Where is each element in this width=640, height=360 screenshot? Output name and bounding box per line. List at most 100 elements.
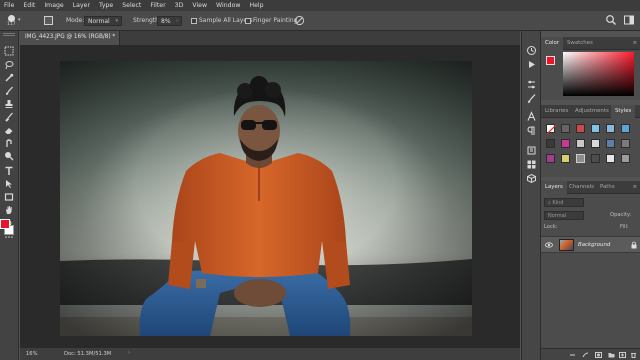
panel-menu-icon[interactable]: ≡ xyxy=(633,184,637,190)
menu-view[interactable]: View xyxy=(188,2,212,9)
rectangle-tool[interactable] xyxy=(3,191,15,202)
lock-icon[interactable] xyxy=(631,241,637,249)
style-swatch[interactable] xyxy=(576,154,585,163)
menu-bar: File Edit Image Layer Type Select Filter… xyxy=(0,0,640,11)
tab-color[interactable]: Color xyxy=(541,37,564,50)
character-icon[interactable] xyxy=(526,111,537,122)
zoom-level[interactable]: 16% xyxy=(26,351,38,357)
menu-3d[interactable]: 3D xyxy=(171,2,189,9)
glyphs-icon[interactable] xyxy=(526,159,537,170)
tab-layers[interactable]: Layers xyxy=(541,181,567,194)
tab-channels[interactable]: Channels xyxy=(565,181,598,194)
style-swatch[interactable] xyxy=(561,139,570,148)
type-tool[interactable] xyxy=(3,165,15,176)
menu-layer[interactable]: Layer xyxy=(69,2,95,9)
style-swatch[interactable] xyxy=(591,124,600,133)
smudge-tool[interactable] xyxy=(3,137,15,148)
menu-filter[interactable]: Filter xyxy=(146,2,170,9)
menu-type[interactable]: Type xyxy=(95,2,118,9)
layers-panel-tabs: Layers Channels Paths ≡ xyxy=(541,181,640,194)
style-swatch[interactable] xyxy=(606,124,615,133)
lasso-icon xyxy=(5,60,14,69)
eye-icon[interactable] xyxy=(545,241,553,249)
mask-icon[interactable] xyxy=(595,352,602,358)
pressure-brush-icon[interactable] xyxy=(294,15,305,26)
color-panel-tabs: Color Swatches ≡ xyxy=(541,37,640,50)
actions-icon[interactable] xyxy=(526,59,537,70)
chevron-right-icon[interactable]: › xyxy=(128,350,130,356)
menu-window[interactable]: Window xyxy=(212,2,245,9)
tab-libraries[interactable]: Libraries xyxy=(541,105,572,118)
menu-help[interactable]: Help xyxy=(245,2,268,9)
style-swatch[interactable] xyxy=(591,154,600,163)
style-swatch[interactable] xyxy=(621,139,630,148)
properties-icon[interactable] xyxy=(526,145,537,156)
cube-icon[interactable] xyxy=(526,173,537,184)
style-swatch[interactable] xyxy=(621,154,630,163)
trash-icon[interactable] xyxy=(630,352,637,358)
eraser-tool[interactable] xyxy=(3,124,15,135)
dodge-tool[interactable] xyxy=(3,150,15,161)
brush-settings-icon[interactable] xyxy=(526,93,537,104)
path-selection-tool[interactable] xyxy=(3,178,15,189)
lasso-tool[interactable] xyxy=(3,59,15,70)
sample-all-layers-checkbox[interactable] xyxy=(191,18,197,24)
mode-select[interactable]: Normal ▾ xyxy=(84,16,122,26)
style-swatch[interactable] xyxy=(546,124,557,135)
tab-styles[interactable]: Styles xyxy=(611,105,636,118)
rectangle-icon xyxy=(4,192,14,201)
eyedropper-tool[interactable] xyxy=(3,72,15,83)
layer-name[interactable]: Background xyxy=(578,242,610,248)
layer-row-background[interactable]: Background xyxy=(541,236,640,253)
tab-adjustments[interactable]: Adjustments xyxy=(571,105,613,118)
style-swatch[interactable] xyxy=(576,124,585,133)
layers-footer xyxy=(541,348,640,360)
new-layer-icon[interactable] xyxy=(619,352,626,358)
layer-kind-filter[interactable]: ⌕ Kind xyxy=(544,198,584,207)
paragraph-icon[interactable] xyxy=(526,125,537,136)
brush-preset-picker[interactable]: 117 ▾ xyxy=(4,15,28,28)
blend-mode-select[interactable]: Normal xyxy=(544,211,584,220)
menu-edit[interactable]: Edit xyxy=(19,2,40,9)
style-swatch[interactable] xyxy=(546,154,555,163)
folder-icon[interactable] xyxy=(608,352,615,358)
tab-paths[interactable]: Paths xyxy=(596,181,619,194)
finger-painting-checkbox[interactable] xyxy=(245,18,251,24)
style-swatch[interactable] xyxy=(591,139,600,148)
brush-tool[interactable] xyxy=(3,85,15,96)
eyedropper-icon xyxy=(5,73,14,82)
brush-panel-toggle[interactable] xyxy=(42,15,56,27)
menu-select[interactable]: Select xyxy=(118,2,146,9)
document-image[interactable] xyxy=(60,61,472,336)
workspace-icon[interactable] xyxy=(623,14,635,26)
history-icon[interactable] xyxy=(526,45,537,56)
search-icon[interactable] xyxy=(605,14,617,26)
style-swatch[interactable] xyxy=(546,139,555,148)
foreground-color-swatch[interactable] xyxy=(0,219,10,229)
brush-size: 117 xyxy=(7,22,16,27)
style-swatch[interactable] xyxy=(621,124,630,133)
brush-panel-icon xyxy=(44,16,53,25)
menu-file[interactable]: File xyxy=(0,2,19,9)
style-swatch[interactable] xyxy=(561,154,570,163)
color-spectrum[interactable] xyxy=(563,52,634,96)
tab-swatches[interactable]: Swatches xyxy=(563,37,597,50)
style-swatch[interactable] xyxy=(606,154,615,163)
foreground-color-chip[interactable] xyxy=(546,56,555,65)
panel-menu-icon[interactable]: ≡ xyxy=(633,40,637,46)
fx-icon[interactable] xyxy=(582,352,589,358)
link-icon[interactable] xyxy=(569,352,576,358)
strength-field[interactable]: 8% › xyxy=(157,16,182,26)
stamp-tool[interactable] xyxy=(3,98,15,109)
hand-tool[interactable] xyxy=(3,204,15,215)
style-swatch[interactable] xyxy=(561,124,570,133)
adjustments-icon[interactable] xyxy=(526,79,537,90)
menu-image[interactable]: Image xyxy=(40,2,68,9)
history-brush-icon xyxy=(5,112,13,122)
marquee-tool[interactable] xyxy=(3,45,15,56)
style-swatch[interactable] xyxy=(606,139,615,148)
document-tab[interactable]: IMG_4423.JPG @ 16% (RGB/8) * × xyxy=(20,31,125,45)
style-swatch[interactable] xyxy=(576,139,585,148)
history-brush-tool[interactable] xyxy=(3,111,15,122)
panel-grip[interactable] xyxy=(3,33,15,36)
